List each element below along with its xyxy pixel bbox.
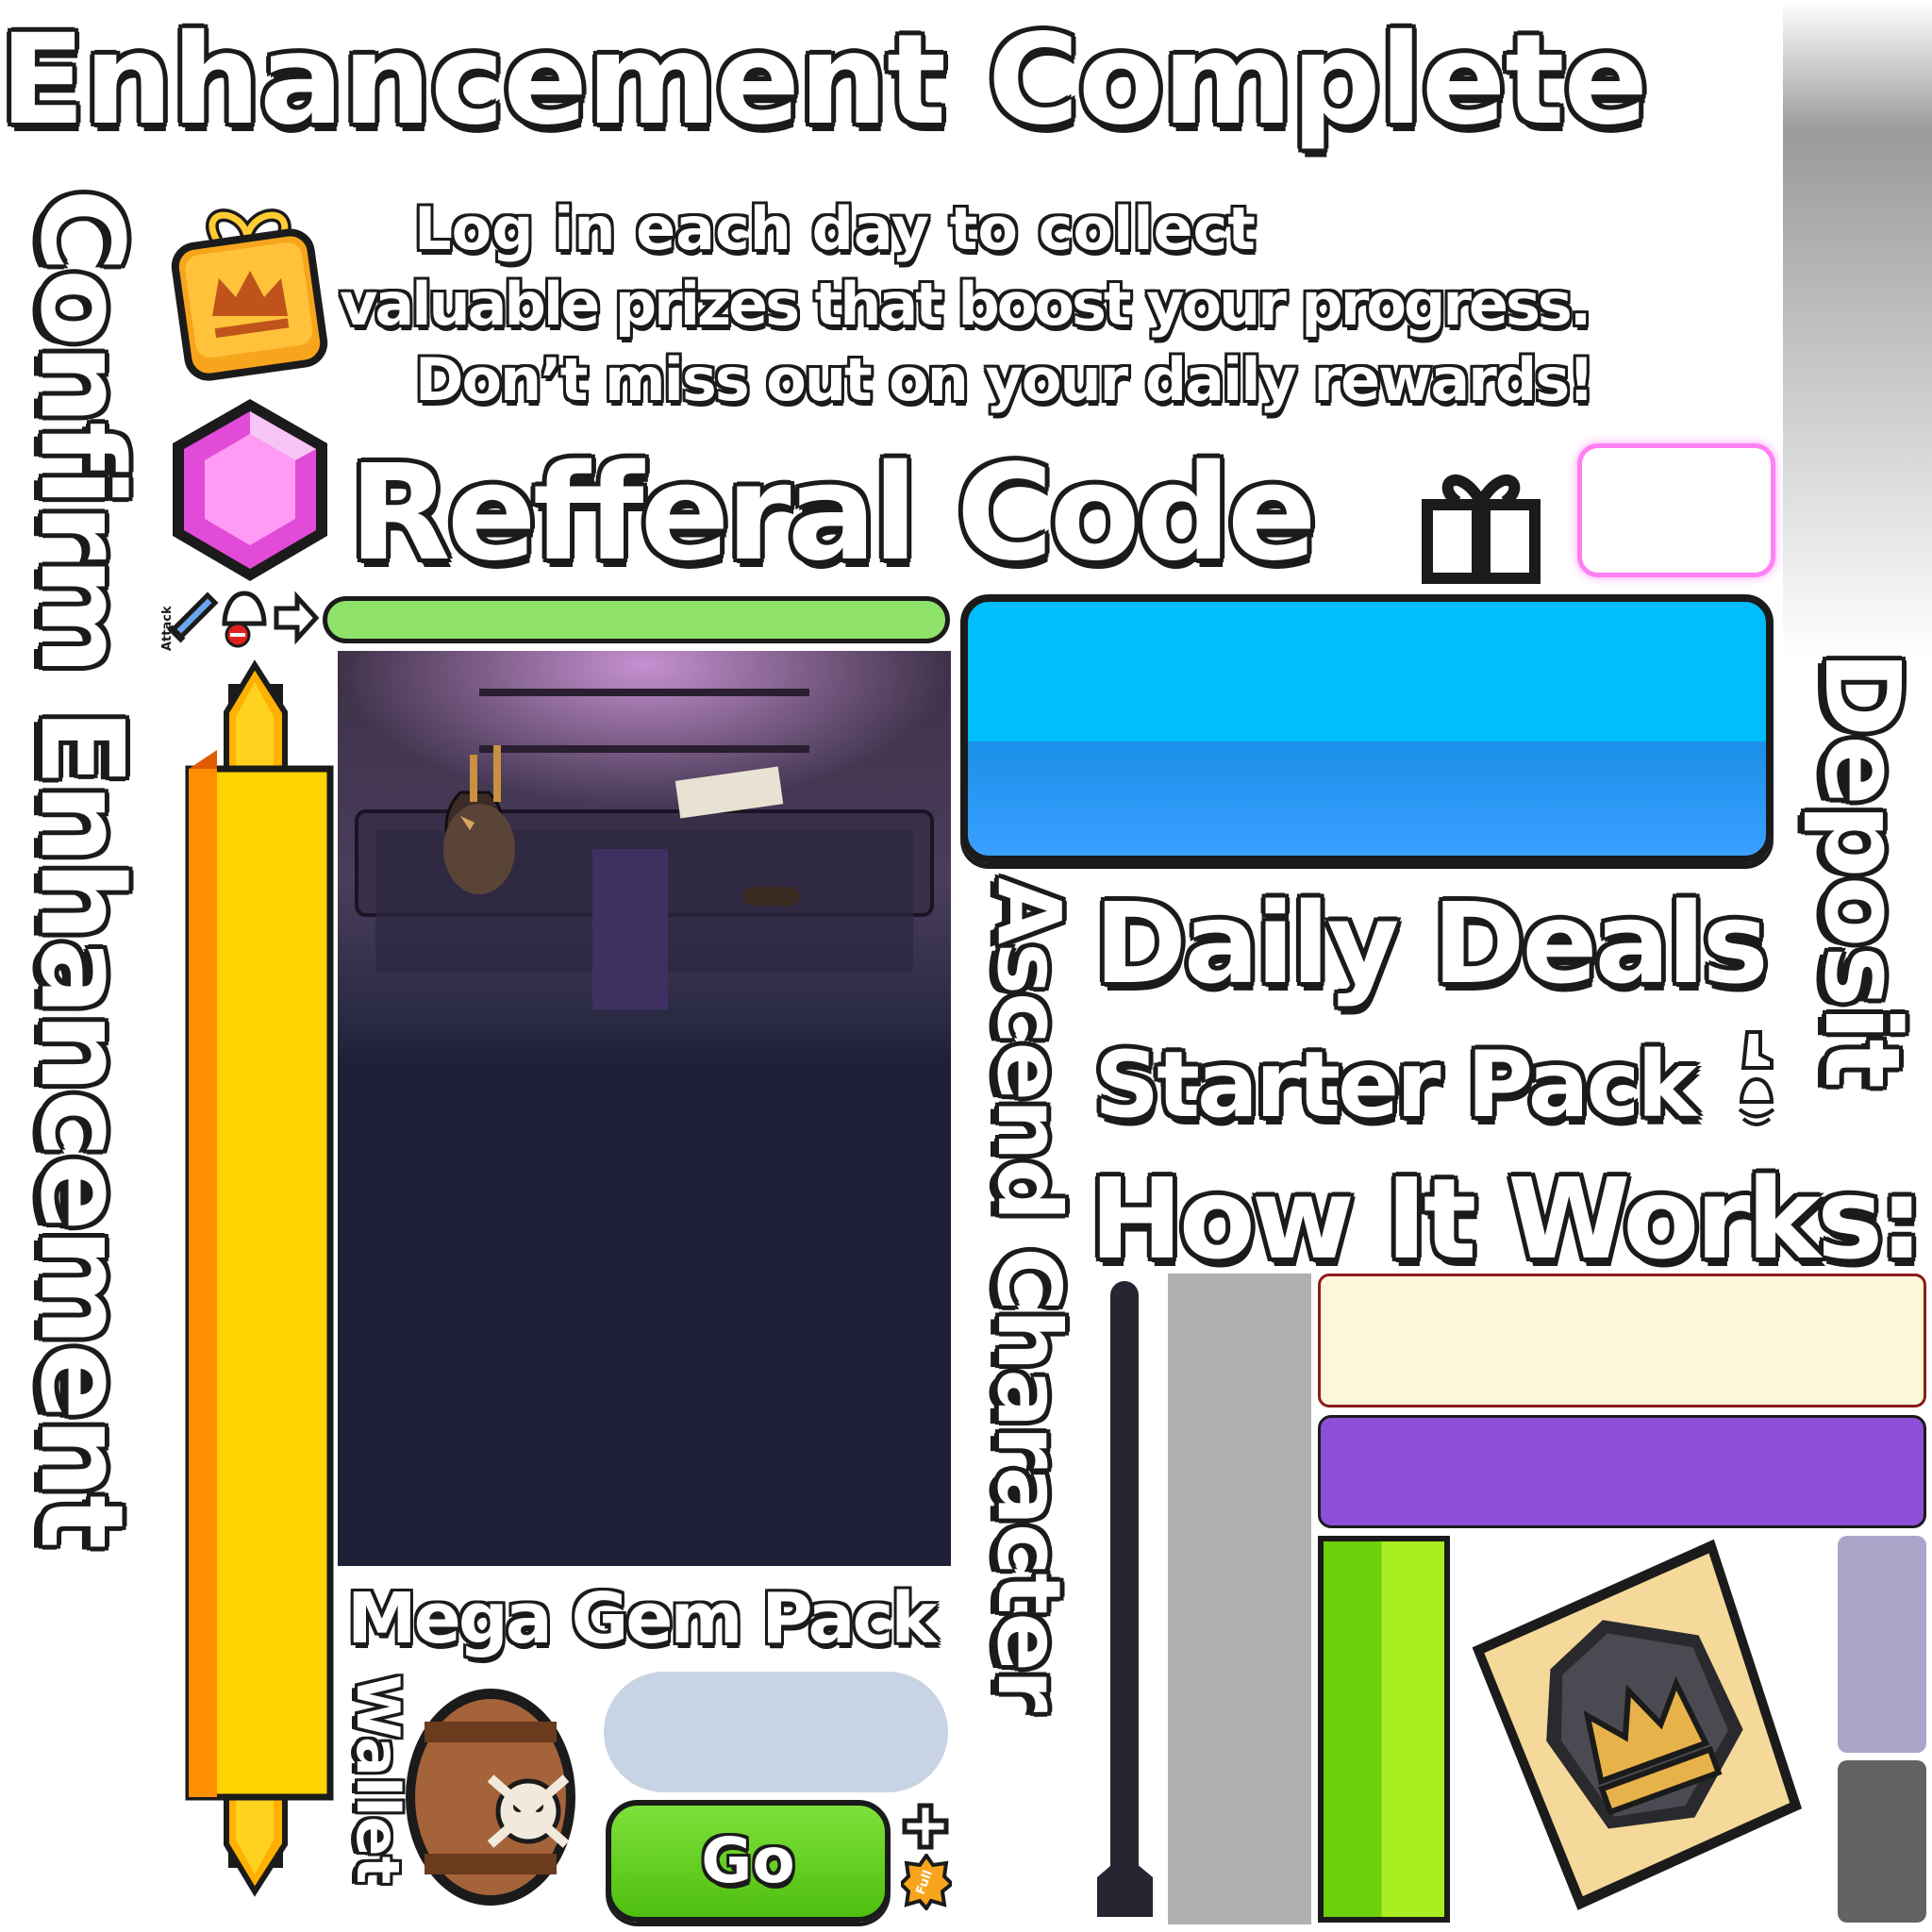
deposit-label[interactable]: Deposit	[1792, 651, 1932, 1179]
shop-scene-image	[338, 651, 951, 1566]
login-text-line3: Don’t miss out on your daily rewards!	[415, 345, 1594, 414]
how-it-works-label: How It Works:	[1090, 1154, 1924, 1284]
enhancement-complete-title: Enhancement Complete	[0, 8, 1648, 153]
swap-arrow-icon	[269, 590, 321, 648]
blue-action-button[interactable]	[960, 594, 1774, 863]
purple-panel	[1318, 1415, 1926, 1528]
dark-vertical-slider[interactable]	[1090, 1274, 1160, 1924]
edge-gradient-strip	[1783, 0, 1932, 660]
gift-icon	[1420, 462, 1542, 585]
login-text-line1: Log in each day to collect	[414, 194, 1256, 263]
no-drop-icon	[217, 590, 272, 648]
plus-icon[interactable]	[901, 1802, 950, 1851]
confirm-enhancement-label[interactable]: Confirm Enhancement	[0, 189, 160, 1924]
lavender-slot	[1838, 1536, 1926, 1753]
login-text-line2: valuable prizes that boost your progress…	[340, 270, 1591, 339]
referral-code-label: Refferal Code	[349, 437, 1317, 591]
crown-map-card-icon	[1453, 1538, 1830, 1915]
bell-stack-icon	[1734, 1075, 1779, 1127]
gray-panel	[1168, 1274, 1311, 1924]
light-gray-pill	[604, 1672, 948, 1792]
boot-icon	[1738, 1026, 1775, 1074]
starter-pack-label: Starter Pack	[1094, 1032, 1697, 1138]
dark-gray-slot	[1838, 1760, 1926, 1923]
mega-gem-pack-label: Mega Gem Pack	[347, 1578, 938, 1659]
treasure-barrel-icon	[396, 1665, 594, 1920]
ascend-character-label[interactable]: Ascend Character	[962, 877, 1094, 1924]
referral-code-input[interactable]	[1577, 443, 1775, 577]
cream-panel	[1318, 1274, 1926, 1407]
attack-label: Attack	[160, 606, 175, 651]
yellow-scroll-track[interactable]	[179, 656, 335, 1901]
green-progress-bar	[323, 596, 950, 643]
daily-deals-label: Daily Deals	[1094, 878, 1769, 1008]
pink-gem-icon	[165, 394, 335, 588]
go-button-label: Go	[701, 1824, 795, 1897]
go-button[interactable]: Go	[606, 1800, 891, 1923]
green-vertical-bar	[1318, 1536, 1450, 1923]
